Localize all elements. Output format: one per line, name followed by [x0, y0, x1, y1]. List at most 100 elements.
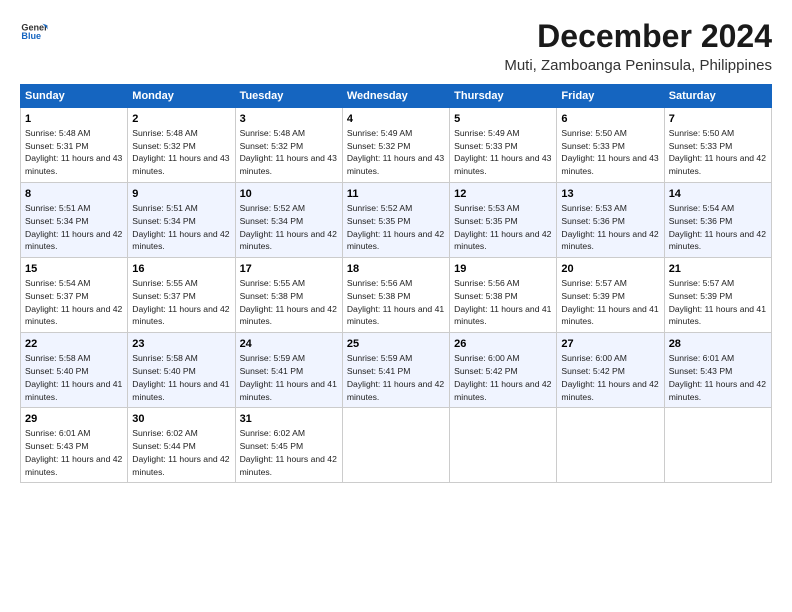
table-row: 10Sunrise: 5:52 AMSunset: 5:34 PMDayligh… — [235, 183, 342, 258]
page-header: General Blue December 2024 Muti, Zamboan… — [20, 18, 772, 74]
col-tuesday: Tuesday — [235, 85, 342, 108]
table-row: 24Sunrise: 5:59 AMSunset: 5:41 PMDayligh… — [235, 333, 342, 408]
day-info: Sunrise: 5:53 AMSunset: 5:35 PMDaylight:… — [454, 203, 551, 251]
table-row — [557, 408, 664, 483]
day-info: Sunrise: 5:55 AMSunset: 5:38 PMDaylight:… — [240, 278, 337, 326]
day-info: Sunrise: 6:01 AMSunset: 5:43 PMDaylight:… — [25, 428, 122, 476]
table-row: 4Sunrise: 5:49 AMSunset: 5:32 PMDaylight… — [342, 108, 449, 183]
day-number: 22 — [25, 337, 123, 352]
day-info: Sunrise: 5:49 AMSunset: 5:33 PMDaylight:… — [454, 128, 551, 176]
day-number: 6 — [561, 112, 659, 127]
day-number: 4 — [347, 112, 445, 127]
day-info: Sunrise: 5:59 AMSunset: 5:41 PMDaylight:… — [240, 353, 337, 401]
calendar-header-row: Sunday Monday Tuesday Wednesday Thursday… — [21, 85, 772, 108]
day-number: 8 — [25, 187, 123, 202]
subtitle: Muti, Zamboanga Peninsula, Philippines — [504, 57, 772, 74]
day-number: 16 — [132, 262, 230, 277]
table-row: 15Sunrise: 5:54 AMSunset: 5:37 PMDayligh… — [21, 258, 128, 333]
table-row: 11Sunrise: 5:52 AMSunset: 5:35 PMDayligh… — [342, 183, 449, 258]
table-row: 27Sunrise: 6:00 AMSunset: 5:42 PMDayligh… — [557, 333, 664, 408]
day-number: 2 — [132, 112, 230, 127]
calendar-week-row: 15Sunrise: 5:54 AMSunset: 5:37 PMDayligh… — [21, 258, 772, 333]
day-info: Sunrise: 5:57 AMSunset: 5:39 PMDaylight:… — [561, 278, 658, 326]
table-row: 22Sunrise: 5:58 AMSunset: 5:40 PMDayligh… — [21, 333, 128, 408]
col-sunday: Sunday — [21, 85, 128, 108]
calendar-week-row: 29Sunrise: 6:01 AMSunset: 5:43 PMDayligh… — [21, 408, 772, 483]
table-row: 7Sunrise: 5:50 AMSunset: 5:33 PMDaylight… — [664, 108, 771, 183]
day-number: 30 — [132, 412, 230, 427]
day-info: Sunrise: 5:49 AMSunset: 5:32 PMDaylight:… — [347, 128, 444, 176]
col-saturday: Saturday — [664, 85, 771, 108]
table-row: 12Sunrise: 5:53 AMSunset: 5:35 PMDayligh… — [450, 183, 557, 258]
day-number: 26 — [454, 337, 552, 352]
table-row: 8Sunrise: 5:51 AMSunset: 5:34 PMDaylight… — [21, 183, 128, 258]
day-info: Sunrise: 5:51 AMSunset: 5:34 PMDaylight:… — [132, 203, 229, 251]
col-thursday: Thursday — [450, 85, 557, 108]
table-row: 18Sunrise: 5:56 AMSunset: 5:38 PMDayligh… — [342, 258, 449, 333]
day-number: 29 — [25, 412, 123, 427]
table-row: 21Sunrise: 5:57 AMSunset: 5:39 PMDayligh… — [664, 258, 771, 333]
day-info: Sunrise: 5:59 AMSunset: 5:41 PMDaylight:… — [347, 353, 444, 401]
day-info: Sunrise: 5:58 AMSunset: 5:40 PMDaylight:… — [132, 353, 229, 401]
logo-icon: General Blue — [20, 18, 48, 46]
day-info: Sunrise: 6:02 AMSunset: 5:45 PMDaylight:… — [240, 428, 337, 476]
table-row: 13Sunrise: 5:53 AMSunset: 5:36 PMDayligh… — [557, 183, 664, 258]
calendar-week-row: 22Sunrise: 5:58 AMSunset: 5:40 PMDayligh… — [21, 333, 772, 408]
day-info: Sunrise: 5:52 AMSunset: 5:34 PMDaylight:… — [240, 203, 337, 251]
table-row: 16Sunrise: 5:55 AMSunset: 5:37 PMDayligh… — [128, 258, 235, 333]
table-row: 1Sunrise: 5:48 AMSunset: 5:31 PMDaylight… — [21, 108, 128, 183]
table-row: 29Sunrise: 6:01 AMSunset: 5:43 PMDayligh… — [21, 408, 128, 483]
table-row: 14Sunrise: 5:54 AMSunset: 5:36 PMDayligh… — [664, 183, 771, 258]
calendar-week-row: 1Sunrise: 5:48 AMSunset: 5:31 PMDaylight… — [21, 108, 772, 183]
day-number: 9 — [132, 187, 230, 202]
logo: General Blue — [20, 18, 48, 46]
day-number: 1 — [25, 112, 123, 127]
day-info: Sunrise: 6:02 AMSunset: 5:44 PMDaylight:… — [132, 428, 229, 476]
day-info: Sunrise: 5:48 AMSunset: 5:32 PMDaylight:… — [240, 128, 337, 176]
day-number: 15 — [25, 262, 123, 277]
calendar-week-row: 8 Sunrise: 5:51 AMSunset: 5:34 PMDaylight… — [21, 183, 772, 258]
day-info: Sunrise: 6:00 AMSunset: 5:42 PMDaylight:… — [561, 353, 658, 401]
day-number: 17 — [240, 262, 338, 277]
table-row: 25Sunrise: 5:59 AMSunset: 5:41 PMDayligh… — [342, 333, 449, 408]
col-monday: Monday — [128, 85, 235, 108]
title-block: December 2024 Muti, Zamboanga Peninsula,… — [504, 18, 772, 74]
day-number: 14 — [669, 187, 767, 202]
day-number: 27 — [561, 337, 659, 352]
day-number: 11 — [347, 187, 445, 202]
day-info: Sunrise: 5:54 AMSunset: 5:37 PMDaylight:… — [25, 278, 122, 326]
day-info: Sunrise: 5:52 AMSunset: 5:35 PMDaylight:… — [347, 203, 444, 251]
day-number: 10 — [240, 187, 338, 202]
day-number: 12 — [454, 187, 552, 202]
day-info: Sunrise: 5:55 AMSunset: 5:37 PMDaylight:… — [132, 278, 229, 326]
day-number: 3 — [240, 112, 338, 127]
day-info: Sunrise: 5:50 AMSunset: 5:33 PMDaylight:… — [561, 128, 658, 176]
day-number: 21 — [669, 262, 767, 277]
table-row: 17Sunrise: 5:55 AMSunset: 5:38 PMDayligh… — [235, 258, 342, 333]
day-info: Sunrise: 5:58 AMSunset: 5:40 PMDaylight:… — [25, 353, 122, 401]
table-row: 31Sunrise: 6:02 AMSunset: 5:45 PMDayligh… — [235, 408, 342, 483]
table-row: 5Sunrise: 5:49 AMSunset: 5:33 PMDaylight… — [450, 108, 557, 183]
day-number: 28 — [669, 337, 767, 352]
day-info: Sunrise: 5:56 AMSunset: 5:38 PMDaylight:… — [347, 278, 444, 326]
day-info: Sunrise: 6:01 AMSunset: 5:43 PMDaylight:… — [669, 353, 766, 401]
table-row: 2Sunrise: 5:48 AMSunset: 5:32 PMDaylight… — [128, 108, 235, 183]
table-row: 19Sunrise: 5:56 AMSunset: 5:38 PMDayligh… — [450, 258, 557, 333]
day-info: Sunrise: 5:48 AMSunset: 5:31 PMDaylight:… — [25, 128, 122, 176]
table-row: 28Sunrise: 6:01 AMSunset: 5:43 PMDayligh… — [664, 333, 771, 408]
day-number: 19 — [454, 262, 552, 277]
day-number: 7 — [669, 112, 767, 127]
table-row — [664, 408, 771, 483]
day-number: 5 — [454, 112, 552, 127]
calendar-table: Sunday Monday Tuesday Wednesday Thursday… — [20, 84, 772, 483]
day-info: Sunrise: 5:57 AMSunset: 5:39 PMDaylight:… — [669, 278, 766, 326]
main-title: December 2024 — [504, 18, 772, 55]
svg-text:Blue: Blue — [21, 31, 41, 41]
col-wednesday: Wednesday — [342, 85, 449, 108]
table-row: 20Sunrise: 5:57 AMSunset: 5:39 PMDayligh… — [557, 258, 664, 333]
day-info: Sunrise: 5:50 AMSunset: 5:33 PMDaylight:… — [669, 128, 766, 176]
table-row: 9Sunrise: 5:51 AMSunset: 5:34 PMDaylight… — [128, 183, 235, 258]
table-row: 23Sunrise: 5:58 AMSunset: 5:40 PMDayligh… — [128, 333, 235, 408]
day-info: Sunrise: 5:48 AMSunset: 5:32 PMDaylight:… — [132, 128, 229, 176]
table-row — [450, 408, 557, 483]
